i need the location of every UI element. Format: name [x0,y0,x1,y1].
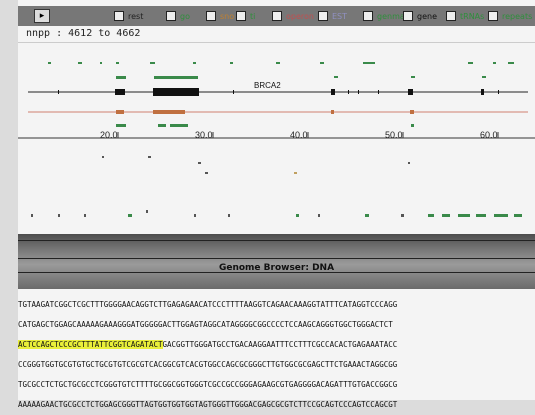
dna-panel-header [18,234,535,289]
ruler-tick-label: 40.0 [290,130,308,140]
feature-row-green-1 [48,62,514,64]
sequence-text: AAAAAGAACTGCGCCTCTGGAGCGGGTTAGTGGTGGTGGT… [18,400,398,409]
coordinate-input[interactable]: nnpp : 4612 to 4662 [26,28,140,39]
checkbox[interactable] [114,11,124,21]
checkbox[interactable] [403,11,413,21]
checkbox[interactable] [446,11,456,21]
checkbox[interactable] [166,11,176,21]
checkbox[interactable] [236,11,246,21]
legend-label: sno [220,11,235,21]
sequence-line: ACTCCAGCTCCCGCTTTATTCGGTCAGATACTGACGGTTG… [18,335,535,355]
feature-row-lower [31,156,522,217]
checkbox[interactable] [363,11,373,21]
feature-tracks: BRCA2 20.0 30.0 40.0 50.0 60.0 [18,62,535,217]
sequence-text: TGCGCCTCTGCTGCGCCTCGGGTGTCTTTTGCGGCGGTGG… [18,380,398,389]
legend-toggle-repeats[interactable]: repeats [488,9,532,23]
divider [18,42,535,43]
sequence-line: CCGGGTGGTGCGTGTGCTGCGTGTCGCGTCACGGCGTCAC… [18,355,535,375]
legend-label: gene [417,11,437,21]
sequence-text: GACGGTTGGGATGCCTGACAAGGAATTTCCTTTCGCCACA… [162,340,398,349]
dna-sequence-view[interactable]: TGTAAGATCGGCTCGCTTTGGGGAACAGGTCTTGAGAGAA… [18,295,535,415]
checkbox[interactable] [488,11,498,21]
gene-label: BRCA2 [254,81,281,90]
sequence-highlight[interactable]: ACTCCAGCTCCCGCTTTATTCGGTCAGATACT [18,340,163,349]
sequence-text: CCGGGTGGTGCGTGTGCTGCGTGTCGCGTCACGGCGTCAC… [18,360,398,369]
legend-toggle-trnas[interactable]: tRNAs [446,9,484,23]
sequence-line: CATGAGCTGGAGCAAAAAGAAAGGGATGGGGGACTTGGAG… [18,315,535,335]
ruler-tick-label: 30.0 [195,130,213,140]
legend-label: ti [250,11,256,21]
legend-toggle-sno[interactable]: sno [206,9,234,23]
checkbox[interactable] [206,11,216,21]
play-button[interactable]: ▸ [34,9,50,23]
ruler-tick-label: 20.0 [100,130,118,140]
legend-label: tRNAs [460,11,485,21]
legend-toggle-gene[interactable]: gene [403,9,437,23]
sequence-text: TGTAAGATCGGCTCGCTTTGGGGAACAGGTCTTGAGAGAA… [18,300,398,309]
genome-browser-window: ▸ rest go sno ti operon EST genmap gene tRNAs rep… [18,0,535,409]
ruler-tick-label: 50.0 [385,130,403,140]
legend-label: EST [332,11,348,21]
coordinate-ruler: 20.0 30.0 40.0 50.0 60.0 [18,130,535,140]
feature-row-green-2 [116,76,486,79]
sequence-line: AAAAAGAACTGCGCCTCTGGAGCGGGTTAGTGGTGGTGGT… [18,395,535,415]
legend-toggle-operon[interactable]: operon [272,9,314,23]
sequence-line: TGCGCCTCTGCTGCGCCTCGGGTGTCTTTTGCGGCGGTGG… [18,375,535,395]
sequence-line: TGTAAGATCGGCTCGCTTTGGGGAACAGGTCTTGAGAGAA… [18,295,535,315]
checkbox[interactable] [272,11,282,21]
track-toolbar: ▸ rest go sno ti operon EST genmap gene tRNAs rep… [18,6,535,26]
legend-label: rest [128,11,144,21]
dna-panel-title: Genome Browser: DNA [218,263,335,273]
operon-track [28,110,528,114]
legend-label: go [180,11,190,21]
legend-toggle-est[interactable]: EST [318,9,347,23]
checkbox[interactable] [318,11,328,21]
legend-label: repeats [502,11,533,21]
legend-toggle-rest[interactable]: rest [114,9,143,23]
legend-toggle-go[interactable]: go [166,9,190,23]
legend-toggle-ti[interactable]: ti [236,9,255,23]
ruler-tick-label: 60.0 [480,130,498,140]
legend-label: operon [286,11,314,21]
sequence-text: CATGAGCTGGAGCAAAAAGAAAGGGATGGGGGACTTGGAG… [18,320,393,329]
feature-row-green-3 [116,124,414,127]
